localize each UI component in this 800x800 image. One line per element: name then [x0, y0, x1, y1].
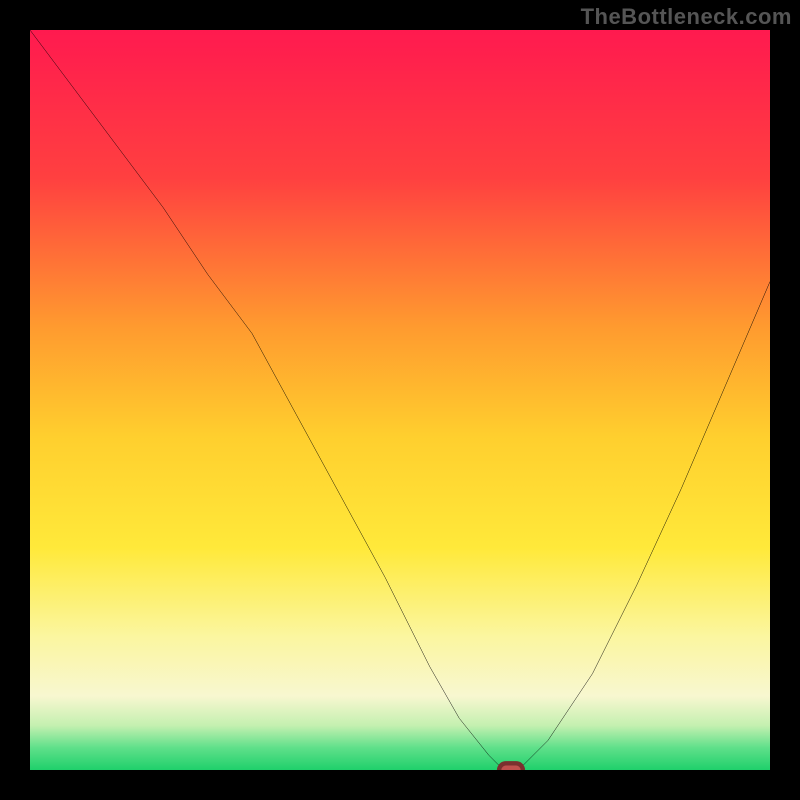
annotations-layer — [499, 763, 523, 770]
plot-area — [30, 30, 770, 770]
chart-container: TheBottleneck.com — [0, 0, 800, 800]
chart-svg — [30, 30, 770, 770]
optimal-marker — [499, 763, 523, 770]
gradient-rect — [30, 30, 770, 770]
watermark-text: TheBottleneck.com — [581, 4, 792, 30]
